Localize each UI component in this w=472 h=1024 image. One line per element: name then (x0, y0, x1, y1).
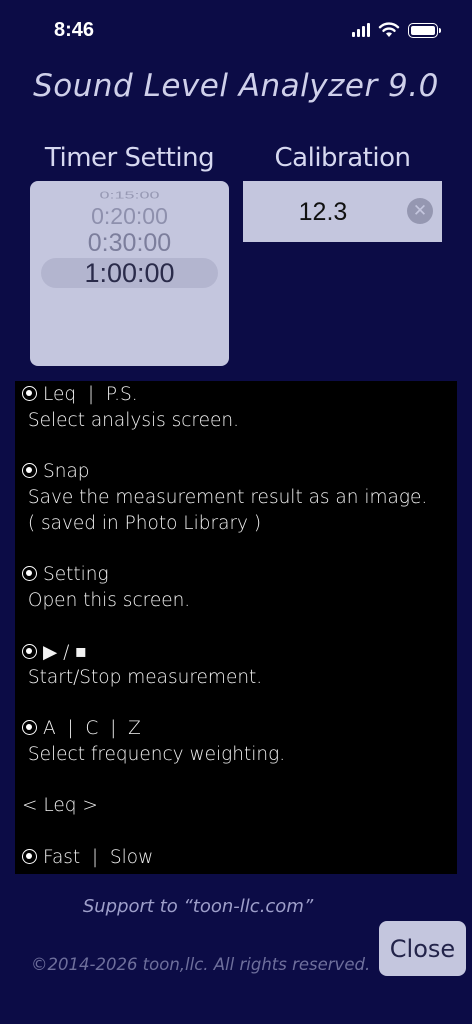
radio-bullet-icon (22, 386, 37, 401)
help-line: ▶ / ■ (22, 641, 86, 663)
help-line: Setting (22, 564, 109, 585)
help-line: Open this screen. (22, 590, 191, 611)
help-line: Save the measurement result as an image. (22, 487, 428, 508)
help-line: ( saved in Photo Library ) (22, 513, 262, 534)
picker-option[interactable]: 0:20:00 (30, 203, 229, 230)
wifi-icon (378, 22, 400, 37)
picker-option[interactable]: 0:15:00 (30, 190, 229, 202)
support-link[interactable]: Support to “toon-llc.com” (0, 896, 396, 917)
cellular-signal-icon (352, 23, 370, 37)
timer-picker[interactable]: 0:15:00 0:20:00 0:30:00 1:00:00 (30, 181, 229, 366)
help-line: Snap (22, 461, 90, 482)
help-line: Leq | P.S. (22, 384, 138, 405)
calibration-label: Calibration (274, 143, 411, 173)
help-line: A | C | Z (22, 718, 141, 739)
timer-setting-label: Timer Setting (44, 143, 215, 173)
app-title: Sound Level Analyzer 9.0 (33, 68, 439, 104)
calibration-value[interactable]: 12.3 (243, 198, 403, 227)
radio-bullet-icon (22, 720, 37, 735)
battery-icon (408, 22, 441, 38)
radio-bullet-icon (22, 463, 37, 478)
radio-bullet-icon (22, 644, 37, 659)
help-line: Select frequency weighting. (22, 744, 286, 765)
status-bar: 8:46 (0, 0, 472, 60)
copyright-text: ©2014-2026 toon,llc. All rights reserved… (31, 955, 371, 974)
status-icons (352, 22, 441, 38)
radio-bullet-icon (22, 849, 37, 864)
help-line: Fast | Slow (22, 847, 153, 868)
help-line: Select analysis screen. (22, 410, 239, 431)
clear-icon[interactable]: ✕ (407, 198, 433, 224)
radio-bullet-icon (22, 566, 37, 581)
calibration-input[interactable]: 12.3 ✕ (243, 181, 442, 242)
picker-option-selected[interactable]: 1:00:00 (30, 258, 229, 289)
picker-option[interactable]: 0:30:00 (30, 229, 229, 258)
status-time: 8:46 (54, 19, 95, 41)
help-panel[interactable]: Leq | P.S. Select analysis screen. Snap … (15, 381, 457, 874)
help-line: Start/Stop measurement. (22, 667, 263, 688)
close-button[interactable]: Close (379, 921, 466, 976)
help-line: < Leq > (22, 795, 98, 816)
